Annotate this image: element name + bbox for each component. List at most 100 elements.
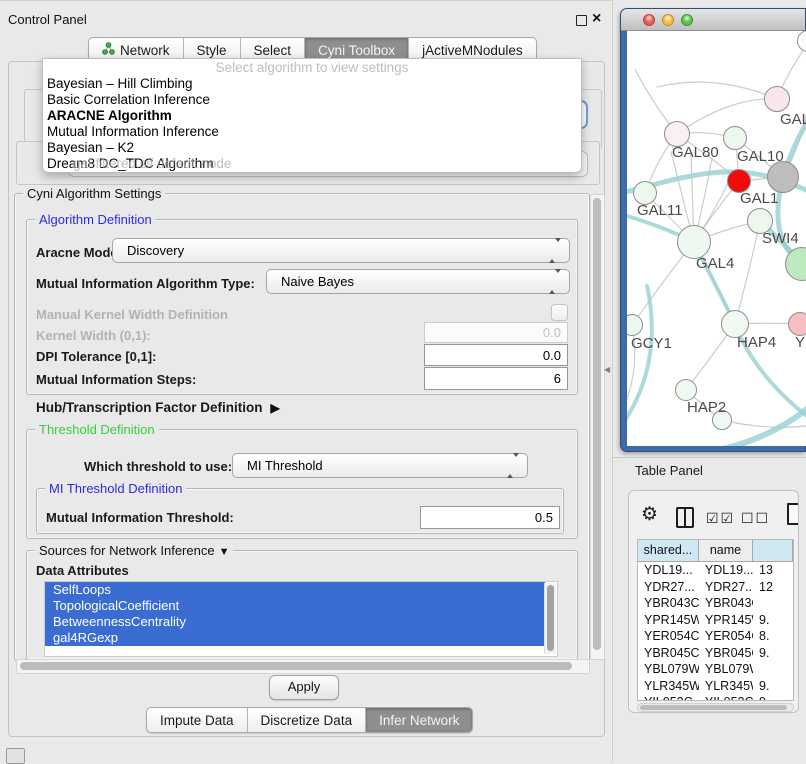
data-attribute-item[interactable]: SelfLoops xyxy=(45,582,545,598)
columns-icon[interactable] xyxy=(676,507,694,528)
table-header-row: shared...name xyxy=(638,540,793,562)
deselect-all-icon[interactable]: ☐☐ xyxy=(741,510,770,527)
table-cell: YBR043C xyxy=(699,595,753,612)
algorithm-option[interactable]: ARACNE Algorithm xyxy=(43,108,581,124)
network-node[interactable] xyxy=(677,225,711,259)
table-row[interactable]: YBL079WYBL079W xyxy=(638,661,793,678)
float-panel-icon[interactable] xyxy=(576,15,587,26)
control-panel: Control Panel × gal-filtered.sif default… xyxy=(0,0,612,763)
table-cell: YBR045C xyxy=(638,645,699,662)
mi-algorithm-type-label: Mutual Information Algorithm Type: xyxy=(36,276,255,292)
data-attribute-item[interactable]: TopologicalCoefficient xyxy=(45,598,545,614)
node-label: GCY1 xyxy=(631,335,672,352)
network-canvas[interactable]: GAL7GAL80GAL10GAL1GAL11GAL4SWI4GCY1HAP4Y… xyxy=(627,31,806,446)
table-cell: 8. xyxy=(753,628,793,645)
mi-threshold-field[interactable] xyxy=(420,506,560,529)
algorithm-option[interactable]: Basic Correlation Inference xyxy=(43,92,581,108)
table-row[interactable]: YBR043CYBR043C xyxy=(638,595,793,612)
table-row[interactable]: YDL19...YDL19...13 xyxy=(638,562,793,579)
table-header-cell[interactable]: name xyxy=(699,540,753,561)
table-row[interactable]: YPR145WYPR145W9. xyxy=(638,612,793,629)
node-label: GAL80 xyxy=(672,144,719,161)
aracne-mode-label: Aracne Mode: xyxy=(36,245,122,261)
page-icon[interactable] xyxy=(787,503,799,525)
data-attribute-item[interactable]: gal4RGexp xyxy=(45,630,545,646)
scrollbar-thumb[interactable] xyxy=(640,705,787,710)
gear-icon[interactable]: ⚙ xyxy=(641,503,658,526)
data-attribute-item[interactable]: BetweennessCentrality xyxy=(45,614,545,630)
table-cell: YLR345W xyxy=(638,678,699,695)
network-node[interactable] xyxy=(767,161,799,193)
node-label: GAL4 xyxy=(696,255,734,272)
group-title: Cyni Algorithm Settings xyxy=(23,186,165,201)
algorithm-option[interactable]: Bayesian – K2 xyxy=(43,140,581,156)
mi-steps-field[interactable] xyxy=(424,367,568,390)
aracne-mode-select[interactable]: Discovery xyxy=(112,238,570,263)
dpi-tolerance-label: DPI Tolerance [0,1]: xyxy=(36,349,156,365)
algorithm-dropdown-list: Select algorithm to view settings Bayesi… xyxy=(42,58,582,173)
network-window-titlebar[interactable] xyxy=(621,9,805,31)
mi-algorithm-type-select[interactable]: Naive Bayes xyxy=(266,269,570,294)
algorithm-option[interactable]: Mutual Information Inference xyxy=(43,124,581,140)
table-cell: YBR043C xyxy=(638,595,699,612)
select-all-icon[interactable]: ☑☑ xyxy=(706,510,735,527)
splitter-collapse-icon[interactable]: ◀ xyxy=(604,365,610,374)
table-cell: 13 xyxy=(753,562,793,579)
network-node[interactable] xyxy=(788,312,806,336)
network-node[interactable] xyxy=(723,126,747,150)
dpi-tolerance-field[interactable] xyxy=(424,344,568,366)
kernel-width-field[interactable] xyxy=(424,322,568,343)
close-traffic-light-icon[interactable] xyxy=(643,14,655,26)
manual-kernel-checkbox[interactable] xyxy=(551,304,568,321)
algorithm-option[interactable]: Bayesian – Hill Climbing xyxy=(43,76,581,92)
settings-horizontal-scrollbar[interactable] xyxy=(16,659,590,674)
table-panel-title: Table Panel xyxy=(635,463,703,478)
table-cell: YIL052C xyxy=(699,694,753,701)
network-edge xyxy=(657,82,777,99)
table-cell: YPR145W xyxy=(638,612,699,629)
mi-steps-label: Mutual Information Steps: xyxy=(36,372,196,388)
close-icon[interactable]: × xyxy=(592,8,601,30)
network-edge xyxy=(627,286,652,429)
which-threshold-select[interactable]: MI Threshold xyxy=(232,453,528,478)
network-node[interactable] xyxy=(764,86,790,112)
scrollbar-thumb[interactable] xyxy=(547,585,554,651)
network-node[interactable] xyxy=(675,379,697,401)
table-row[interactable]: YER054CYER054C8. xyxy=(638,628,793,645)
table-cell: YER054C xyxy=(638,628,699,645)
settings-vertical-scrollbar[interactable] xyxy=(590,194,605,660)
table-row[interactable]: YDR27...YDR27...12 xyxy=(638,579,793,596)
table-row[interactable]: YIL052CYIL052C9 xyxy=(638,694,793,701)
tab-label: Infer Network xyxy=(379,709,459,732)
scrollbar-thumb[interactable] xyxy=(593,198,601,650)
scrollbar-thumb[interactable] xyxy=(20,662,572,670)
sources-toggle[interactable]: Sources for Network Inference▼ xyxy=(35,543,233,558)
table-header-cell[interactable]: shared... xyxy=(638,540,699,561)
minimize-traffic-light-icon[interactable] xyxy=(662,14,674,26)
apply-button[interactable]: Apply xyxy=(269,675,339,700)
expand-down-icon: ▼ xyxy=(219,546,230,558)
table-cell: YDR27... xyxy=(638,579,699,596)
table-cell: 9. xyxy=(753,645,793,662)
which-threshold-label: Which threshold to use: xyxy=(84,459,232,475)
group-title: Threshold Definition xyxy=(35,422,159,437)
node-label: SWI4 xyxy=(762,230,799,247)
hub-section-toggle[interactable]: Hub/Transcription Factor Definition▶ xyxy=(36,400,280,416)
table-cell: YBR045C xyxy=(699,645,753,662)
zoom-traffic-light-icon[interactable] xyxy=(681,14,693,26)
tab-impute-data[interactable]: Impute Data xyxy=(147,708,248,732)
table-header-cell[interactable] xyxy=(753,540,793,561)
table-cell: YBL079W xyxy=(638,661,699,678)
panel-splitter[interactable] xyxy=(612,0,613,762)
group-title: Algorithm Definition xyxy=(35,212,156,227)
tab-discretize-data[interactable]: Discretize Data xyxy=(248,708,367,732)
table-row[interactable]: YLR345WYLR345W9. xyxy=(638,678,793,695)
group-title: MI Threshold Definition xyxy=(45,481,186,496)
table-horizontal-scrollbar[interactable] xyxy=(637,703,794,712)
data-attributes-list[interactable]: SelfLoopsTopologicalCoefficientBetweenne… xyxy=(44,581,558,657)
table-row[interactable]: YBR045CYBR045C9. xyxy=(638,645,793,662)
tab-infer-network[interactable]: Infer Network xyxy=(366,708,472,732)
table-cell: YDR27... xyxy=(699,579,753,596)
node-label: GAL11 xyxy=(637,202,683,219)
list-scrollbar[interactable] xyxy=(544,583,556,654)
